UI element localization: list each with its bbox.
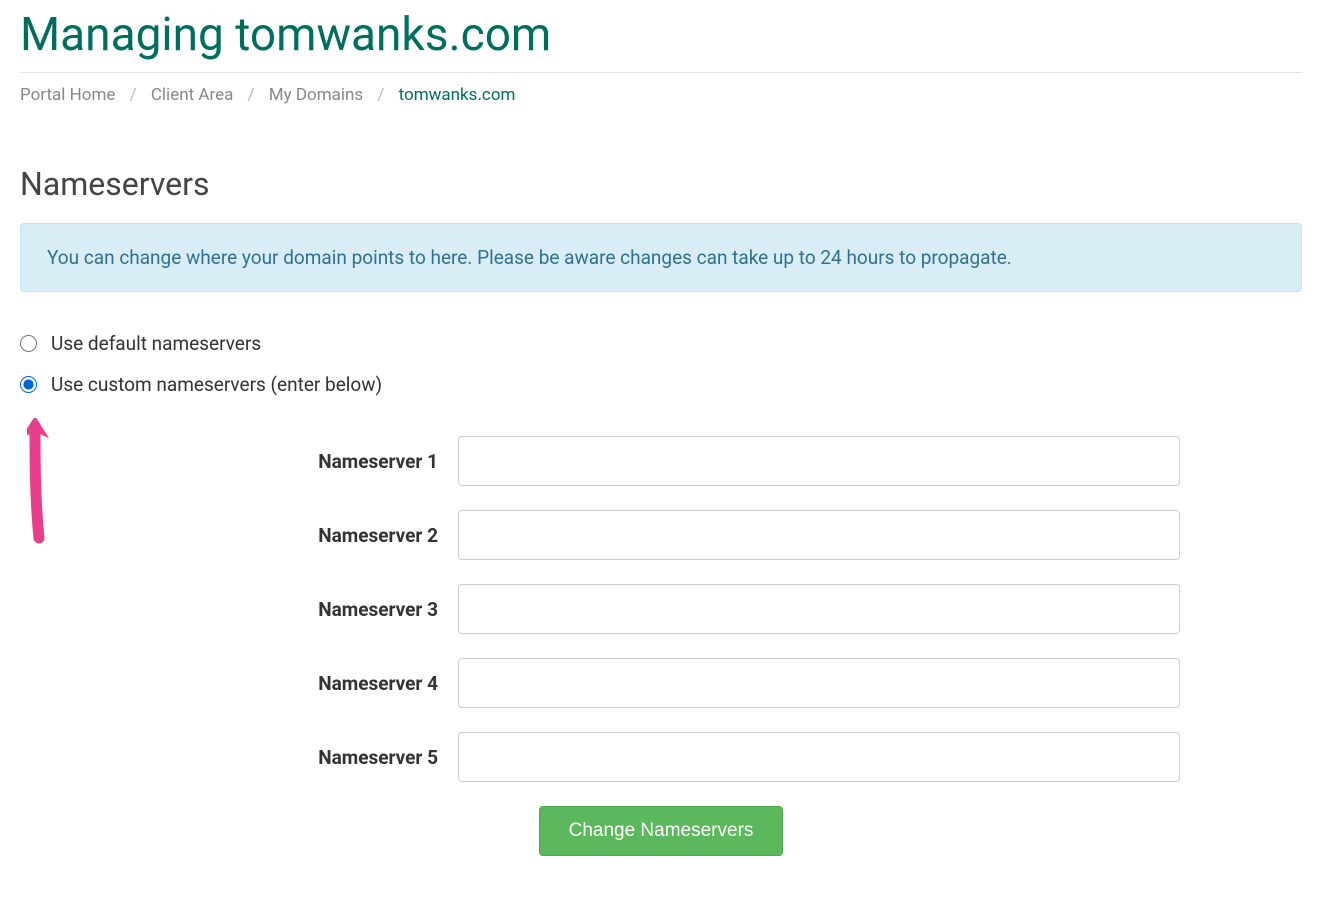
radio-custom-nameservers[interactable]: Use custom nameservers (enter below) — [20, 373, 1302, 396]
nameserver-input-2[interactable] — [458, 510, 1180, 560]
form-actions: Change Nameservers — [20, 806, 1302, 856]
nameserver-input-4[interactable] — [458, 658, 1180, 708]
nameserver-row-3: Nameserver 3 — [20, 584, 1302, 634]
nameserver-label-2: Nameserver 2 — [20, 524, 458, 547]
nameserver-row-2: Nameserver 2 — [20, 510, 1302, 560]
section-title-nameservers: Nameservers — [20, 165, 1302, 203]
page-title: Managing tomwanks.com — [20, 8, 1302, 73]
breadcrumb-separator: / — [377, 85, 384, 105]
radio-default-input[interactable] — [20, 335, 37, 352]
nameserver-row-5: Nameserver 5 — [20, 732, 1302, 782]
nameserver-row-1: Nameserver 1 — [20, 436, 1302, 486]
radio-default-nameservers[interactable]: Use default nameservers — [20, 332, 1302, 355]
nameserver-label-1: Nameserver 1 — [20, 450, 458, 473]
nameserver-label-4: Nameserver 4 — [20, 672, 458, 695]
radio-custom-label: Use custom nameservers (enter below) — [51, 373, 382, 396]
breadcrumb-my-domains[interactable]: My Domains — [269, 85, 363, 105]
breadcrumb: Portal Home / Client Area / My Domains /… — [20, 85, 1302, 105]
nameserver-row-4: Nameserver 4 — [20, 658, 1302, 708]
breadcrumb-separator: / — [248, 85, 255, 105]
nameserver-mode-group: Use default nameservers Use custom names… — [20, 332, 1302, 396]
breadcrumb-client-area[interactable]: Client Area — [151, 85, 233, 105]
change-nameservers-button[interactable]: Change Nameservers — [539, 806, 783, 856]
nameserver-input-1[interactable] — [458, 436, 1180, 486]
info-alert: You can change where your domain points … — [20, 223, 1302, 292]
nameserver-label-5: Nameserver 5 — [20, 746, 458, 769]
breadcrumb-current: tomwanks.com — [399, 85, 516, 105]
breadcrumb-portal-home[interactable]: Portal Home — [20, 85, 115, 105]
breadcrumb-separator: / — [130, 85, 137, 105]
nameserver-input-3[interactable] — [458, 584, 1180, 634]
nameserver-fields: Nameserver 1 Nameserver 2 Nameserver 3 N… — [20, 436, 1302, 782]
nameserver-input-5[interactable] — [458, 732, 1180, 782]
nameserver-label-3: Nameserver 3 — [20, 598, 458, 621]
radio-custom-input[interactable] — [20, 376, 37, 393]
radio-default-label: Use default nameservers — [51, 332, 261, 355]
